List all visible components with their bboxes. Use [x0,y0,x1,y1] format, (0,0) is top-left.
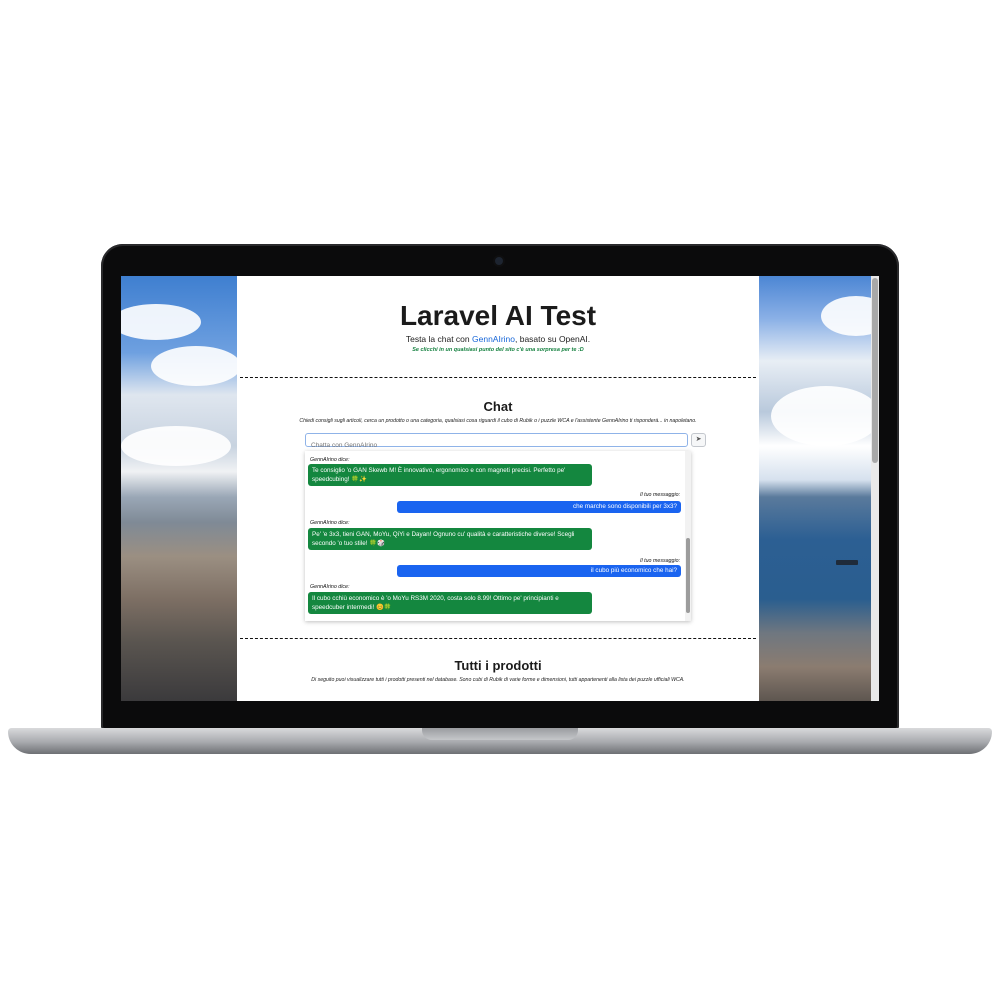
ai-message: Te consiglio 'o GAN Skewb M! È innovativ… [308,464,592,486]
send-icon: ➤ [695,436,702,443]
easter-egg-text: Se clicchi in un qualsiasi punto del sit… [412,347,584,353]
products-title: Tutti i prodotti [454,658,542,673]
ai-message-label: GennAIrino dice: [310,584,350,590]
page-scrollbar-thumb[interactable] [872,278,878,463]
background-photo-right [759,276,879,701]
user-message: che marche sono disponibili per 3x3? [397,501,681,513]
chat-input-wrapper [305,433,688,452]
subtitle-prefix: Testa la chat con [405,334,472,344]
gennairino-link[interactable]: GennAIrino [472,334,515,344]
ai-message-label: GennAIrino dice: [310,520,350,526]
cloud-shape [121,426,231,466]
main-content: Laravel AI Test Testa la chat con GennAI… [237,276,759,701]
cloud-shape [151,346,241,386]
user-message-label: Il tuo messaggio: [640,492,681,498]
chat-description: Chiedi consigli sugli articoli, cerca un… [299,418,697,424]
divider [240,638,756,639]
page-subtitle: Testa la chat con GennAIrino, basato su … [237,334,759,344]
ai-message: Il cubo cchiù economico è 'o MoYu RS3M 2… [308,592,592,614]
subtitle-suffix: , basato su OpenAI. [515,334,591,344]
laptop-screen: Laravel AI Test Testa la chat con GennAI… [121,276,879,701]
ai-message: Pe' 'e 3x3, tieni GAN, MoYu, QiYi e Daya… [308,528,592,550]
user-message-label: Il tuo messaggio: [640,558,681,564]
laptop-notch [422,728,578,740]
chat-input[interactable] [306,439,676,452]
webcam [495,257,503,265]
ai-message-label: GennAIrino dice: [310,457,350,463]
divider [240,377,756,378]
page-title: Laravel AI Test [399,300,597,331]
send-button[interactable]: ➤ [691,433,706,447]
user-message: il cubo più economico che hai? [397,565,681,577]
chat-title: Chat [483,399,513,414]
chat-scrollbar-thumb[interactable] [686,538,690,613]
cloud-shape [771,386,879,446]
products-description: Di seguito puoi visualizzare tutti i pro… [311,677,685,683]
background-photo-left [121,276,237,701]
ship-shape [836,560,858,565]
